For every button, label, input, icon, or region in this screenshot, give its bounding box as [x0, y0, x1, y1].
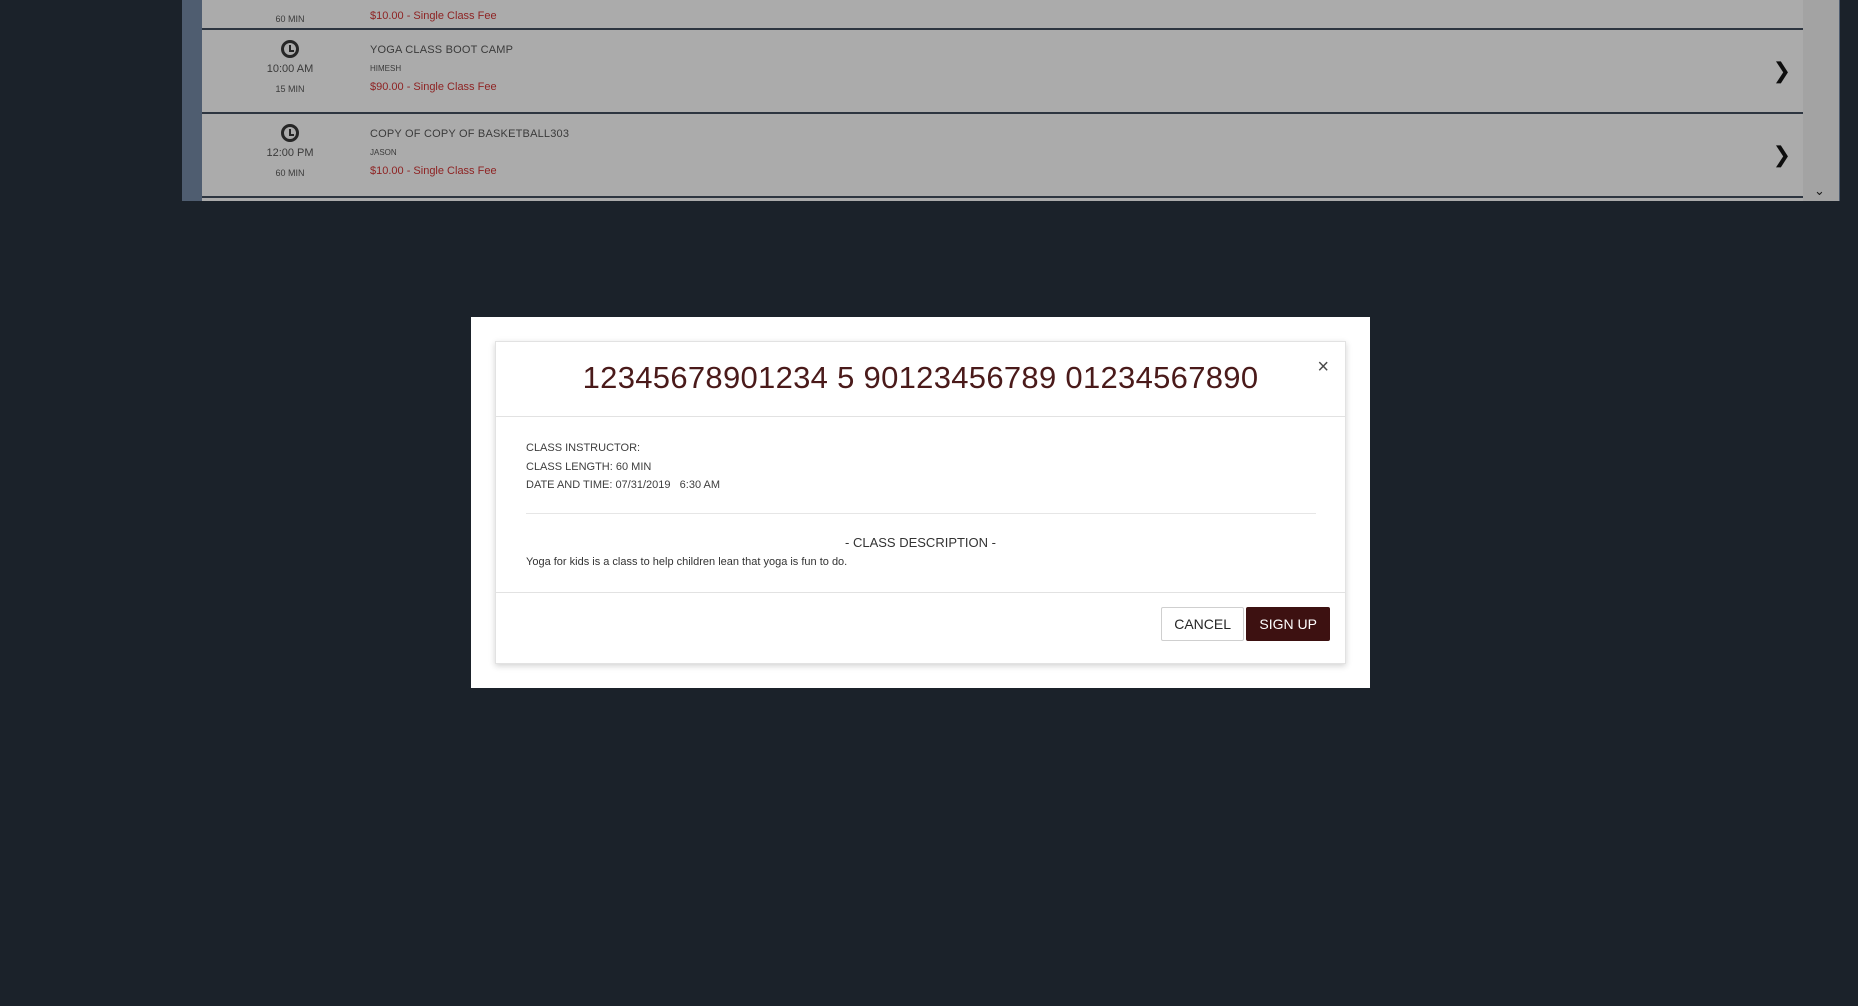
class-time: 12:00 PM [266, 147, 314, 159]
class-fee: $10.00 - Single Class Fee [370, 10, 497, 22]
info-column: COPY OF COPY OF BASKETBALL303 JASON $10.… [370, 128, 569, 177]
modal-body: CLASS INSTRUCTOR: CLASS LENGTH: 60 MIN D… [496, 417, 1345, 593]
cancel-button[interactable]: CANCEL [1161, 607, 1244, 641]
time-column: 60 MIN [234, 0, 346, 26]
class-title: COPY OF COPY OF BASKETBALL303 [370, 128, 570, 140]
class-duration: 60 MIN [275, 14, 305, 24]
class-time: 10:00 AM [266, 63, 314, 75]
class-fee: $10.00 - Single Class Fee [370, 165, 497, 177]
clock-icon [281, 40, 299, 58]
description-text: Yoga for kids is a class to help childre… [526, 555, 848, 568]
info-column: $10.00 - Single Class Fee [370, 0, 497, 22]
info-column: YOGA CLASS BOOT CAMP HIMESH $90.00 - Sin… [370, 44, 513, 93]
class-row[interactable]: 12:00 PM 60 MIN COPY OF COPY OF BASKETBA… [202, 114, 1803, 198]
class-instructor: HIMESH [370, 64, 402, 73]
modal-title: 12345678901234 5 90123456789 01234567890 [582, 360, 1259, 395]
class-duration: 60 MIN [275, 168, 305, 178]
class-list: 60 MIN $10.00 - Single Class Fee 10:00 A… [202, 0, 1803, 201]
scrollbar[interactable]: ⌄ [1803, 0, 1839, 201]
modal-content: 12345678901234 5 90123456789 01234567890… [495, 341, 1346, 664]
class-title: YOGA CLASS BOOT CAMP [370, 44, 514, 56]
class-fee: $90.00 - Single Class Fee [370, 81, 497, 93]
class-instructor-line: CLASS INSTRUCTOR: [526, 442, 641, 454]
class-duration: 15 MIN [275, 84, 305, 94]
chevron-right-icon[interactable]: ❯ [1773, 142, 1791, 168]
modal-header: 12345678901234 5 90123456789 01234567890… [496, 342, 1345, 417]
class-row-partial[interactable]: 60 MIN $10.00 - Single Class Fee [202, 0, 1803, 30]
divider [526, 512, 1316, 514]
class-row-partial-bottom[interactable] [202, 198, 1803, 201]
time-column: 10:00 AM 15 MIN [234, 40, 346, 96]
time-column: 12:00 PM 60 MIN [234, 124, 346, 180]
chevron-right-icon[interactable]: ❯ [1773, 58, 1791, 84]
class-instructor: JASON [370, 148, 397, 157]
close-icon[interactable]: × [1317, 356, 1329, 379]
sign-up-button[interactable]: SIGN UP [1246, 607, 1330, 641]
class-row[interactable]: 10:00 AM 15 MIN YOGA CLASS BOOT CAMP HIM… [202, 30, 1803, 114]
class-length-line: CLASS LENGTH: 60 MIN [526, 460, 652, 473]
date-time-line: DATE AND TIME: 07/31/2019 6:30 AM [526, 479, 721, 491]
chevron-down-icon[interactable]: ⌄ [1814, 183, 1825, 199]
modal-footer: CANCEL SIGN UP [496, 593, 1345, 665]
modal-dialog: 12345678901234 5 90123456789 01234567890… [471, 317, 1370, 688]
schedule-panel: 60 MIN $10.00 - Single Class Fee 10:00 A… [182, 0, 1840, 201]
description-heading: - CLASS DESCRIPTION - [845, 534, 996, 550]
clock-icon [281, 124, 299, 142]
